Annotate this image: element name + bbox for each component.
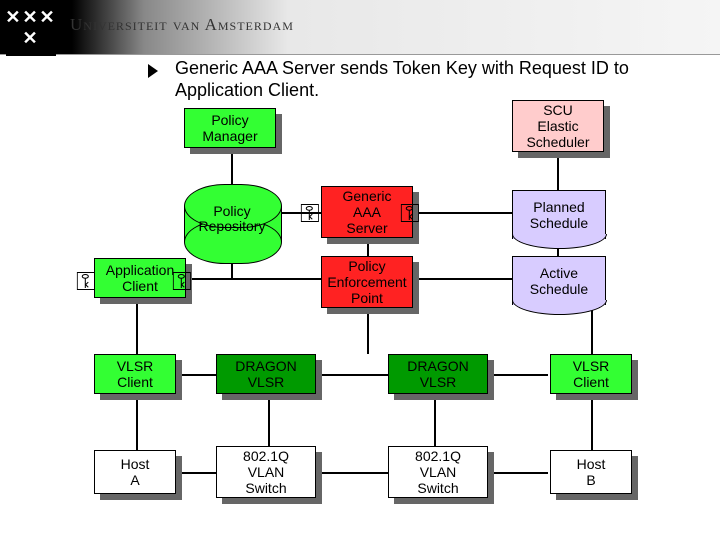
- slide-title: Generic AAA Server sends Token Key with …: [175, 58, 695, 101]
- line: [591, 396, 593, 450]
- host-b-node: HostB: [550, 450, 632, 494]
- key-icon: ⚿: [172, 266, 192, 298]
- architecture-diagram: PolicyManager SCUElasticScheduler Policy…: [0, 100, 720, 540]
- line: [176, 374, 216, 376]
- line: [181, 278, 321, 280]
- key-icon: ⚿: [76, 266, 96, 298]
- key-icon: ⚿: [400, 198, 420, 230]
- line: [434, 396, 436, 450]
- line: [413, 212, 513, 214]
- line: [320, 374, 390, 376]
- policy-repo-label: PolicyRepository: [184, 204, 280, 235]
- pep-node: PolicyEnforcementPoint: [321, 256, 413, 308]
- planned-schedule-doc: PlannedSchedule: [512, 190, 606, 239]
- line: [176, 472, 216, 474]
- line: [268, 396, 270, 450]
- vlan-switch-right: 802.1QVLANSwitch: [388, 446, 488, 498]
- line: [136, 300, 138, 354]
- scu-scheduler-node: SCUElasticScheduler: [512, 100, 604, 152]
- uva-logo: ✕✕✕ ✕: [6, 0, 56, 56]
- policy-manager-node: PolicyManager: [184, 108, 276, 148]
- bullet-arrow-icon: [148, 64, 158, 78]
- line: [136, 396, 138, 450]
- dragon-vlsr-left: DRAGONVLSR: [216, 354, 316, 394]
- active-schedule-doc: ActiveSchedule: [512, 256, 606, 305]
- header-banner: ✕✕✕ ✕ Universiteit van Amsterdam: [0, 0, 720, 55]
- dragon-vlsr-right: DRAGONVLSR: [388, 354, 488, 394]
- vlan-switch-left: 802.1QVLANSwitch: [216, 446, 316, 498]
- line: [413, 278, 513, 280]
- university-name: Universiteit van Amsterdam: [70, 15, 294, 35]
- logo-glyph-bot: ✕: [22, 28, 39, 49]
- key-icon: ⚿: [300, 198, 320, 230]
- vlsr-client-left: VLSRClient: [94, 354, 176, 394]
- line: [320, 472, 390, 474]
- host-a-node: HostA: [94, 450, 176, 494]
- vlsr-client-right: VLSRClient: [550, 354, 632, 394]
- logo-glyph-top: ✕✕✕: [5, 7, 56, 28]
